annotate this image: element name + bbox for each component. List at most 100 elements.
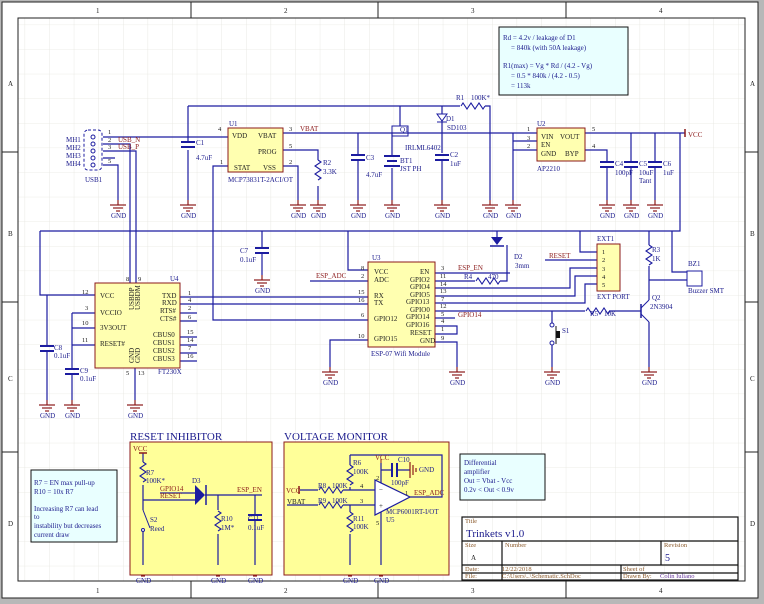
schematic-label: BT1: [400, 157, 413, 165]
schematic-label: Buzzer SMT: [688, 287, 725, 295]
note-differential-amplifier: Differential amplifier Out = Vbat - Vcc …: [459, 453, 546, 501]
schematic-label: 8: [126, 276, 129, 283]
schematic-label: GND: [419, 466, 434, 474]
schematic-label: 3: [441, 265, 444, 272]
schematic-label: 13: [138, 370, 145, 377]
schematic-label: GND: [351, 212, 366, 220]
schematic-label: 1M*: [221, 524, 235, 532]
schematic-label: RESET INHIBITOR: [130, 431, 223, 443]
zone-label: D: [750, 520, 755, 528]
schematic-label: GND: [545, 379, 560, 387]
schematic-label: GND: [541, 150, 556, 158]
schematic-label: 0.1uF: [240, 256, 256, 264]
schematic-label: 3: [602, 266, 605, 273]
schematic-label: R10: [221, 515, 233, 523]
schematic-label: BZ1: [688, 260, 701, 268]
schematic-label: 3: [527, 135, 530, 142]
schematic-label: 5: [108, 158, 111, 165]
schematic-label: R3: [652, 246, 661, 254]
voltage-monitor-block: VOLTAGE MONITOR −+ VCC VBAT VCC GND R610…: [283, 431, 450, 576]
note-rd-calculation: Rd = 4.2v / leakage of D1 = 840k (with 5…: [498, 26, 629, 96]
schematic-label: 5: [602, 282, 605, 289]
schematic-label: 10uF: [639, 169, 654, 177]
schematic-label: 2: [289, 159, 292, 166]
schematic-label: D1: [446, 115, 455, 123]
ic-u3-esp07: U3 VCCADC RXTX GPIO12GPIO15 ENGPIO2 GPIO…: [358, 254, 447, 358]
schematic-label: R8: [318, 482, 327, 490]
schematic-label: EN: [541, 141, 550, 149]
schematic-label: = 0.5 * 840k / (4.2 - 0.5): [511, 72, 581, 80]
schematic-label: VDD: [232, 132, 247, 140]
schematic-label: EN: [420, 268, 429, 276]
schematic-label: Title: [465, 518, 477, 525]
schematic-label: −: [379, 486, 383, 494]
schematic-label: IRLML6402: [405, 144, 441, 152]
schematic-label: GND: [65, 412, 80, 420]
schematic-label: 11: [440, 273, 446, 280]
schematic-label: 13: [440, 288, 447, 295]
schematic-label: R1(max) = Vg * Rd / (4.2 - Vg): [503, 62, 593, 70]
schematic-label: 3mm: [515, 262, 530, 270]
schematic-label: 1K: [652, 255, 661, 263]
schematic-label: EXT PORT: [597, 293, 630, 301]
schematic-label: AP2210: [537, 165, 560, 173]
schematic-label: MH2: [66, 144, 81, 152]
schematic-label: 1: [108, 129, 111, 136]
schematic-label: C5: [639, 160, 648, 168]
schematic-label: 2N3904: [650, 303, 673, 311]
schematic-label: VCC: [100, 292, 115, 300]
schematic-label: Number: [505, 542, 527, 549]
schematic-label: Q1: [400, 126, 409, 134]
schematic-label: GND: [483, 212, 498, 220]
schematic-label: R10 = 10x R7: [34, 488, 74, 496]
schematic-label: 2: [602, 257, 605, 264]
net-usb-p: USB_P: [118, 143, 139, 151]
schematic-label: R1: [456, 94, 465, 102]
schematic-label: USBDM: [134, 284, 142, 310]
schematic-label: GND: [642, 379, 657, 387]
schematic-label: C3: [366, 154, 375, 162]
zone-label: 3: [471, 587, 475, 595]
schematic-label: R5: [590, 310, 599, 318]
schematic-label: 16: [358, 297, 365, 304]
schematic-label: 100K: [332, 482, 348, 490]
schematic-label: current draw: [34, 531, 71, 539]
schematic-label: 2: [527, 143, 530, 150]
schematic-label: C11: [248, 515, 260, 523]
schematic-label: GPIO12: [374, 315, 398, 323]
schematic-label: R2: [323, 159, 332, 167]
schematic-label: GND: [624, 212, 639, 220]
schematic-label: RESET: [410, 329, 432, 337]
schematic-label: GPIO14: [406, 313, 430, 321]
schematic-label: GND: [311, 212, 326, 220]
schematic-label: GND: [450, 379, 465, 387]
schematic-label: GND: [343, 577, 358, 585]
ic-u4-usb-uart: U4 VCCVCCIO 3V3OUTRESET# TXDRXD RTS#CTS#…: [82, 275, 194, 377]
schematic-label: instability but decreases: [34, 522, 102, 530]
schematic-label: 5: [376, 520, 379, 527]
schematic-label: U4: [170, 275, 179, 283]
schematic-label: GND: [291, 212, 306, 220]
schematic-label: GND: [506, 212, 521, 220]
schematic-label: CBUS2: [153, 347, 175, 355]
schematic-label: ESP_ADC: [414, 489, 445, 497]
schematic-label: C2: [450, 151, 459, 159]
schematic-label: 1: [527, 126, 530, 133]
schematic-label: 12: [82, 289, 89, 296]
schematic-label: 1: [220, 159, 223, 166]
schematic-label: 100K*: [471, 94, 491, 102]
usb-ref: USB1: [85, 176, 103, 184]
schematic-label: 1: [441, 326, 444, 333]
schematic-label: GND: [420, 337, 435, 345]
schematic-label: RXD: [162, 299, 177, 307]
schematic-label: CBUS0: [153, 331, 175, 339]
schematic-label: GPIO4: [410, 283, 430, 291]
zone-label: C: [8, 375, 13, 383]
schematic-label: R7: [146, 469, 155, 477]
schematic-label: GND: [211, 577, 226, 585]
schematic-label: GPIO15: [374, 335, 398, 343]
schematic-label: VIN: [541, 133, 553, 141]
schematic-label: Tant: [639, 177, 651, 185]
schematic-label: FT230X: [158, 368, 182, 376]
schematic-label: 3: [85, 305, 88, 312]
